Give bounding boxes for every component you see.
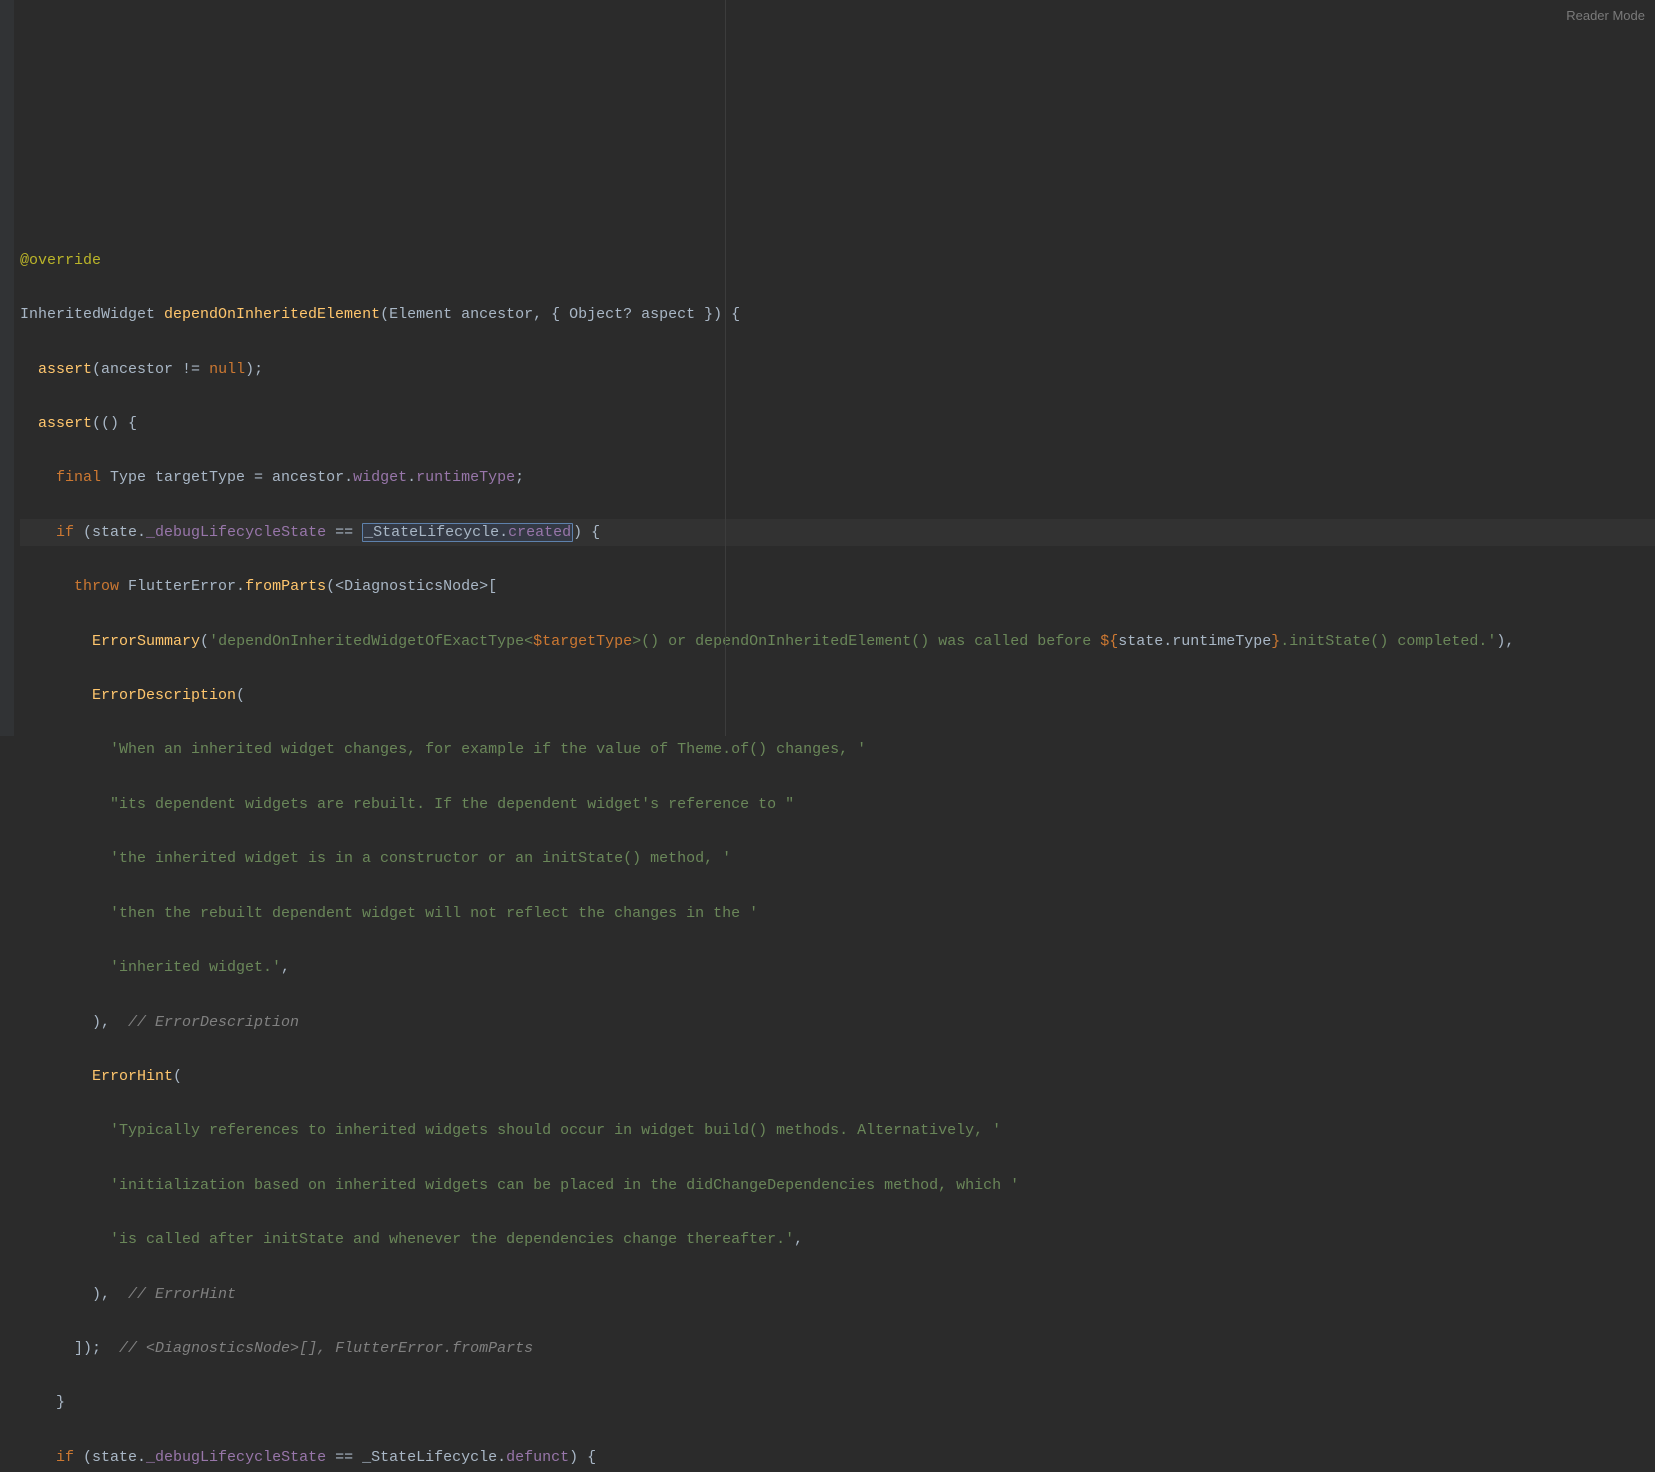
annotation: @override <box>20 252 101 269</box>
code-line: } <box>20 1389 1655 1416</box>
code-line: InheritedWidget dependOnInheritedElement… <box>20 301 1655 328</box>
code-line: 'initialization based on inherited widge… <box>20 1172 1655 1199</box>
code-line: 'the inherited widget is in a constructo… <box>20 845 1655 872</box>
code-line: assert(() { <box>20 410 1655 437</box>
code-line: if (state._debugLifecycleState == _State… <box>20 1444 1655 1471</box>
code-line: 'then the rebuilt dependent widget will … <box>20 900 1655 927</box>
code-line: ErrorDescription( <box>20 682 1655 709</box>
code-line: @override <box>20 247 1655 274</box>
vertical-guide <box>725 0 726 736</box>
reader-mode-button[interactable]: Reader Mode <box>1566 2 1645 29</box>
code-line: assert(ancestor != null); <box>20 356 1655 383</box>
code-line: throw FlutterError.fromParts(<Diagnostic… <box>20 573 1655 600</box>
inline-comment: // <DiagnosticsNode>[], FlutterError.fro… <box>101 1340 533 1357</box>
inline-comment: // ErrorHint <box>110 1286 236 1303</box>
code-line-highlighted: if (state._debugLifecycleState == _State… <box>20 519 1655 546</box>
editor-gutter <box>0 0 14 736</box>
code-line: ErrorSummary('dependOnInheritedWidgetOfE… <box>20 628 1655 655</box>
code-line: 'When an inherited widget changes, for e… <box>20 736 1655 763</box>
code-line: ]); // <DiagnosticsNode>[], FlutterError… <box>20 1335 1655 1362</box>
code-line: "its dependent widgets are rebuilt. If t… <box>20 791 1655 818</box>
code-line: ), // ErrorHint <box>20 1281 1655 1308</box>
code-line: ErrorHint( <box>20 1063 1655 1090</box>
code-line: 'inherited widget.', <box>20 954 1655 981</box>
inline-comment: // ErrorDescription <box>110 1014 299 1031</box>
code-line: ), // ErrorDescription <box>20 1009 1655 1036</box>
code-line: 'Typically references to inherited widge… <box>20 1117 1655 1144</box>
code-line: final Type targetType = ancestor.widget.… <box>20 464 1655 491</box>
selection-highlight: _StateLifecycle.created <box>362 523 573 542</box>
code-editor[interactable]: @override InheritedWidget dependOnInheri… <box>0 218 1655 1472</box>
code-line: 'is called after initState and whenever … <box>20 1226 1655 1253</box>
